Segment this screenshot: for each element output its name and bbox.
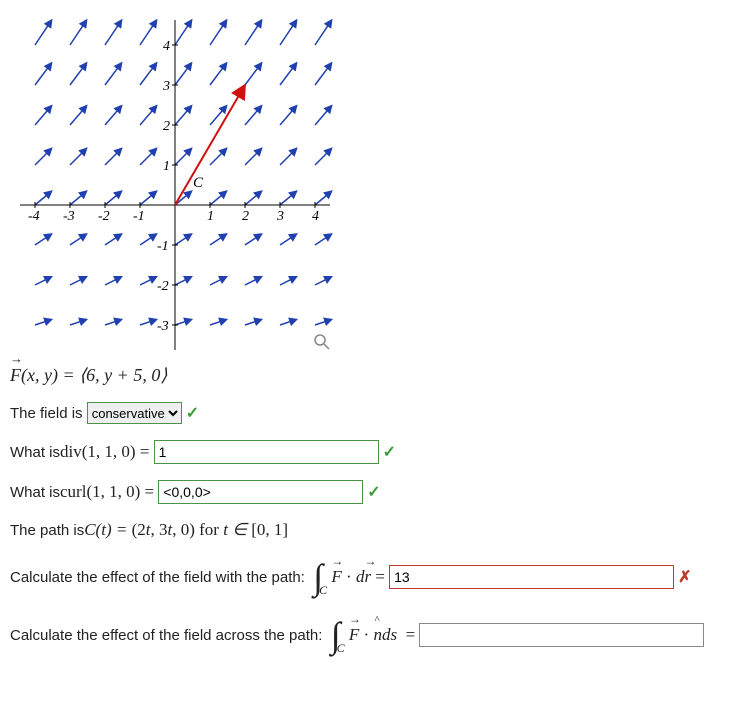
field-formula: F→(x, y) = ⟨6, y + 5, 0⟩	[10, 365, 741, 386]
curve-label-C: C	[193, 175, 204, 191]
check-icon: ✓	[186, 403, 199, 423]
q4-prompt: Calculate the effect of the field with t…	[10, 569, 305, 586]
magnify-icon[interactable]	[315, 335, 329, 349]
svg-text:2: 2	[163, 119, 170, 134]
field-type-select[interactable]: conservative	[87, 402, 182, 424]
q1-prompt: The field is	[10, 405, 83, 422]
svg-text:-2: -2	[157, 279, 169, 294]
line-integral-input[interactable]	[389, 565, 674, 589]
q2-prompt: What is	[10, 444, 60, 461]
svg-text:-2: -2	[98, 209, 110, 224]
cross-icon: ✗	[678, 567, 691, 587]
q-flux-integral: Calculate the effect of the field across…	[10, 614, 741, 656]
path-vector-arrow	[175, 85, 245, 205]
svg-text:3: 3	[162, 79, 170, 94]
svg-text:2: 2	[242, 209, 249, 224]
q-curl: What is curl(1, 1, 0) = ✓	[10, 480, 741, 504]
svg-text:4: 4	[312, 209, 319, 224]
q-div: What is div(1, 1, 0) = ✓	[10, 440, 741, 464]
vector-field-arrows	[35, 20, 332, 350]
svg-text:-1: -1	[133, 209, 145, 224]
plot-svg: -4-3-2-11234-4-3-2-11234 C	[10, 10, 340, 350]
q-conservative: The field is conservative ✓	[10, 402, 741, 424]
svg-text:1: 1	[163, 159, 170, 174]
tick-labels: -4-3-2-11234-4-3-2-11234	[28, 39, 319, 350]
q5-prompt: Calculate the effect of the field across…	[10, 627, 322, 644]
svg-text:3: 3	[276, 209, 284, 224]
path-definition: The path is C(t) = (2t, 3t, 0) for t ∈ […	[10, 520, 741, 540]
div-input[interactable]	[154, 440, 379, 464]
svg-text:-3: -3	[157, 319, 169, 334]
q3-prompt: What is	[10, 484, 60, 501]
svg-text:4: 4	[163, 39, 170, 54]
q-line-integral: Calculate the effect of the field with t…	[10, 556, 741, 598]
vector-field-plot: -4-3-2-11234-4-3-2-11234 C	[10, 10, 340, 350]
check-icon: ✓	[383, 442, 396, 462]
curl-input[interactable]	[158, 480, 363, 504]
svg-text:-1: -1	[157, 239, 169, 254]
svg-text:-3: -3	[63, 209, 75, 224]
check-icon: ✓	[367, 482, 380, 502]
svg-text:-4: -4	[28, 209, 40, 224]
flux-integral-input[interactable]	[419, 623, 704, 647]
svg-text:1: 1	[207, 209, 214, 224]
